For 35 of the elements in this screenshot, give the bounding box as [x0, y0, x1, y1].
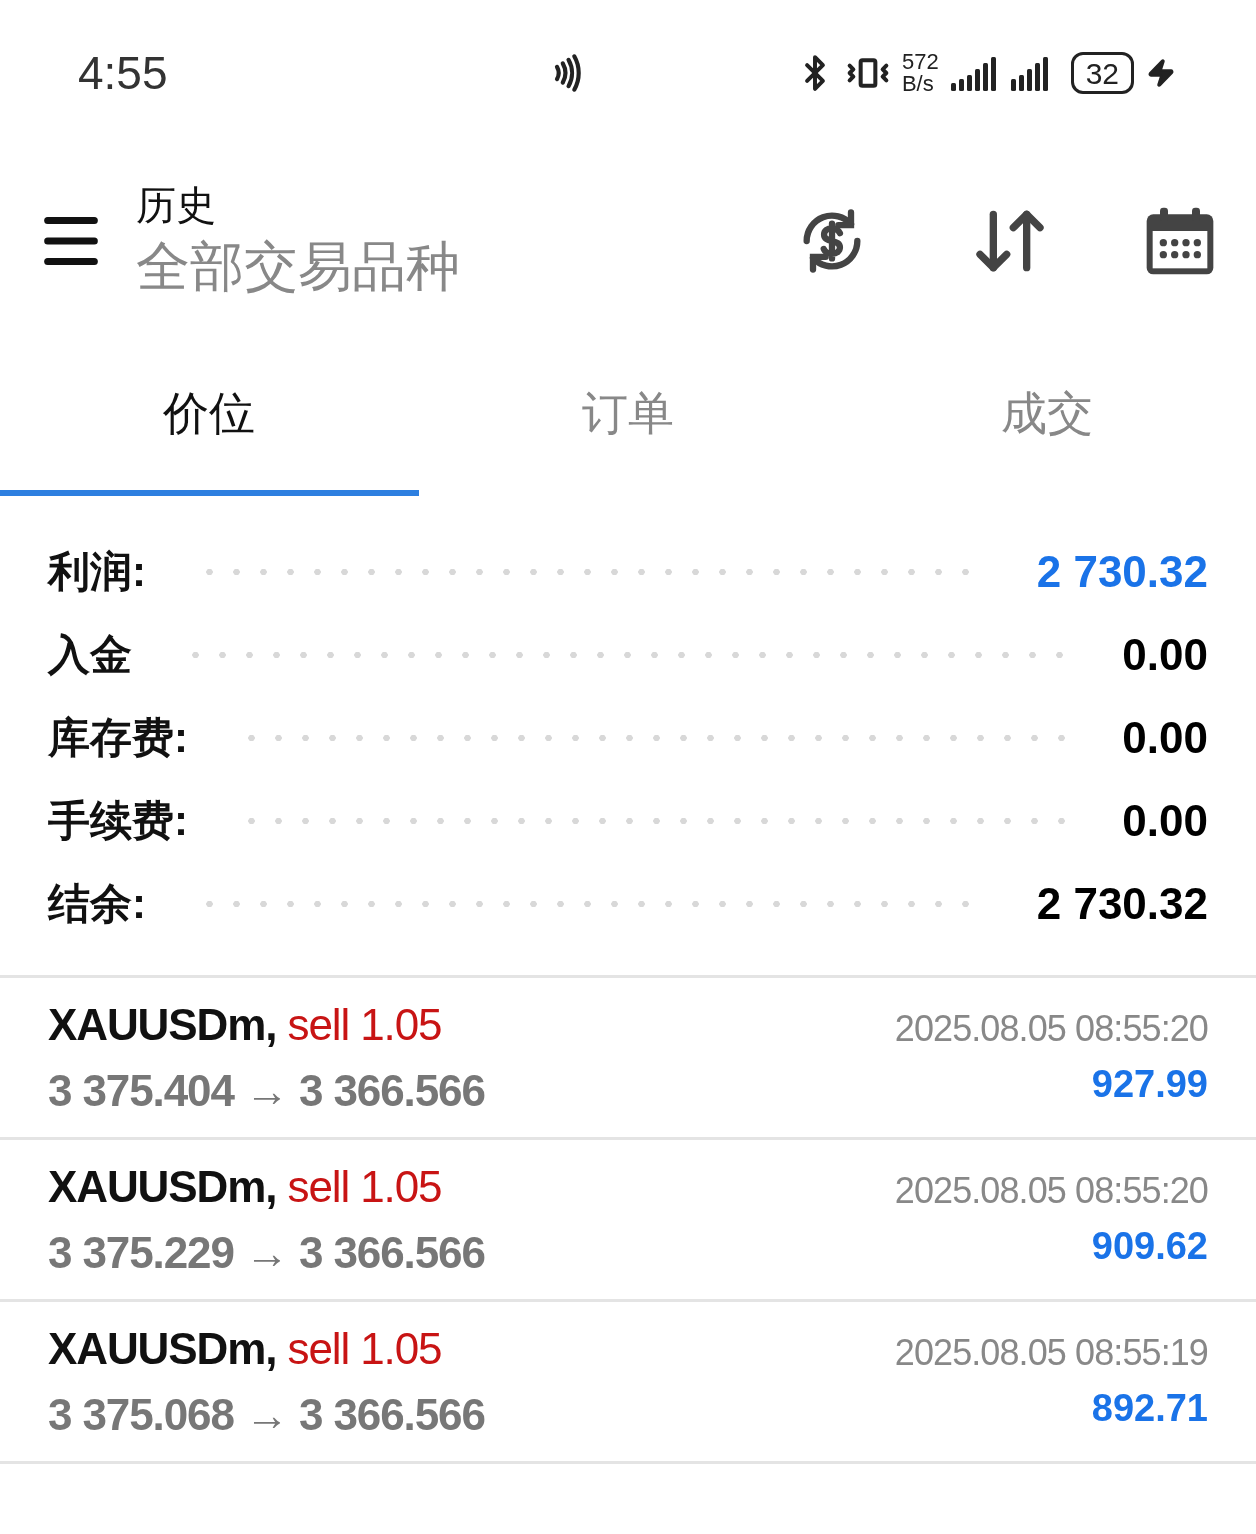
- trade-time: 2025.08.05 08:55:20: [894, 1169, 1208, 1213]
- trade-time: 2025.08.05 08:55:19: [894, 1331, 1208, 1375]
- network-speed: 572: [901, 51, 939, 73]
- trade-title: XAUUSDm, sell 1.05: [48, 1322, 443, 1375]
- trade-profit: 892.71: [1091, 1386, 1208, 1431]
- trade-time: 2025.08.05 08:55:20: [894, 1007, 1208, 1051]
- summary-label: 入金: [48, 630, 132, 680]
- trade-row[interactable]: XAUUSDm, sell 1.05 3 375.229 → 3 366.566 2025.08.05 08:55:20 909.62: [0, 1140, 1256, 1302]
- tab[interactable]: 成交: [837, 346, 1256, 496]
- summary-label: 手续费:: [48, 796, 188, 846]
- summary-label: 利润:: [48, 547, 146, 597]
- battery-level: 32: [1070, 52, 1134, 94]
- summary-value: 0.00: [1122, 794, 1208, 847]
- summary-value: 0.00: [1122, 711, 1208, 764]
- page-title: 历史: [136, 182, 217, 229]
- summary-label: 库存费:: [48, 713, 188, 763]
- summary-value: 0.00: [1122, 628, 1208, 681]
- trade-row[interactable]: XAUUSDm, sell 1.05 3 375.068 → 3 366.566 2025.08.05 08:55:19 892.71: [0, 1302, 1256, 1464]
- trade-prices: 3 375.404 → 3 366.566: [48, 1064, 485, 1117]
- summary-value: 2 730.32: [1036, 545, 1208, 598]
- trade-prices: 3 375.068 → 3 366.566: [48, 1388, 485, 1441]
- tab[interactable]: 价位: [0, 346, 419, 496]
- status-time: 4:55: [78, 45, 168, 101]
- trade-profit: 909.62: [1091, 1224, 1208, 1269]
- summary-label: 结余:: [48, 879, 146, 929]
- trade-profit: 927.99: [1091, 1062, 1208, 1107]
- trade-title: XAUUSDm, sell 1.05: [48, 1160, 443, 1213]
- summary-value: 2 730.32: [1036, 877, 1208, 930]
- network-unit: B/s: [901, 73, 935, 95]
- page-subtitle[interactable]: 全部交易品种: [136, 235, 794, 297]
- signal-icon: [950, 55, 999, 91]
- trade-title: XAUUSDm, sell 1.05: [48, 998, 443, 1051]
- tab[interactable]: 订单: [418, 346, 838, 496]
- trade-row[interactable]: XAUUSDm, sell 1.05 3 375.404 → 3 366.566 2025.08.05 08:55:20 927.99: [0, 978, 1256, 1140]
- trade-prices: 3 375.229 → 3 366.566: [48, 1226, 485, 1279]
